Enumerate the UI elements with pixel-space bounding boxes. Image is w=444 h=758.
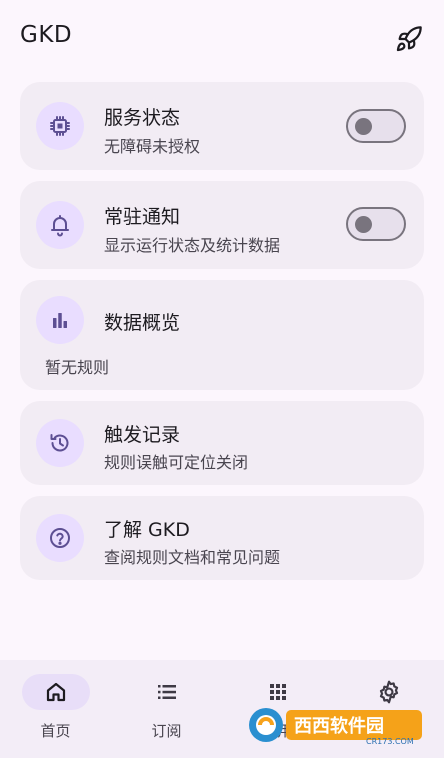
- rocket-icon[interactable]: [392, 22, 426, 56]
- nav-label-home: 首页: [40, 722, 71, 740]
- data-overview-title: 数据概览: [104, 312, 181, 334]
- service-status-title: 服务状态: [104, 107, 181, 129]
- watermark-logo: 西西软件园 CR173.COM: [246, 704, 424, 746]
- service-status-card[interactable]: 服务状态 无障碍未授权: [20, 82, 424, 170]
- top-app-bar: GKD: [0, 0, 444, 78]
- bell-icon: [36, 201, 84, 249]
- trigger-records-card[interactable]: 触发记录 规则误触可定位关闭: [20, 401, 424, 485]
- nav-item-home[interactable]: 首页: [0, 660, 111, 758]
- chip-icon: [36, 102, 84, 150]
- service-status-toggle[interactable]: [346, 109, 406, 143]
- trigger-records-subtitle: 规则误触可定位关闭: [104, 453, 249, 472]
- persistent-notification-toggle[interactable]: [346, 207, 406, 241]
- bar-chart-icon: [36, 296, 84, 344]
- about-gkd-title: 了解 GKD: [104, 519, 190, 541]
- persistent-notification-subtitle: 显示运行状态及统计数据: [104, 236, 281, 255]
- svg-text:西西软件园: 西西软件园: [294, 715, 384, 737]
- toggle-knob: [355, 118, 372, 135]
- persistent-notification-title: 常驻通知: [104, 206, 181, 228]
- help-circle-icon: [36, 514, 84, 562]
- nav-item-subscriptions[interactable]: 订阅: [111, 660, 222, 758]
- svg-text:CR173.COM: CR173.COM: [366, 737, 414, 746]
- persistent-notification-card[interactable]: 常驻通知 显示运行状态及统计数据: [20, 181, 424, 269]
- history-icon: [36, 419, 84, 467]
- data-overview-card[interactable]: 数据概览 暂无规则: [20, 280, 424, 390]
- about-gkd-card[interactable]: 了解 GKD 查阅规则文档和常见问题: [20, 496, 424, 580]
- about-gkd-subtitle: 查阅规则文档和常见问题: [104, 548, 281, 567]
- app-title: GKD: [20, 22, 73, 48]
- nav-label-subscriptions: 订阅: [151, 722, 182, 740]
- toggle-knob: [355, 216, 372, 233]
- list-icon: [133, 674, 201, 710]
- data-overview-empty-text: 暂无规则: [45, 358, 110, 377]
- service-status-subtitle: 无障碍未授权: [104, 137, 201, 156]
- home-icon: [21, 674, 90, 710]
- trigger-records-title: 触发记录: [104, 424, 181, 446]
